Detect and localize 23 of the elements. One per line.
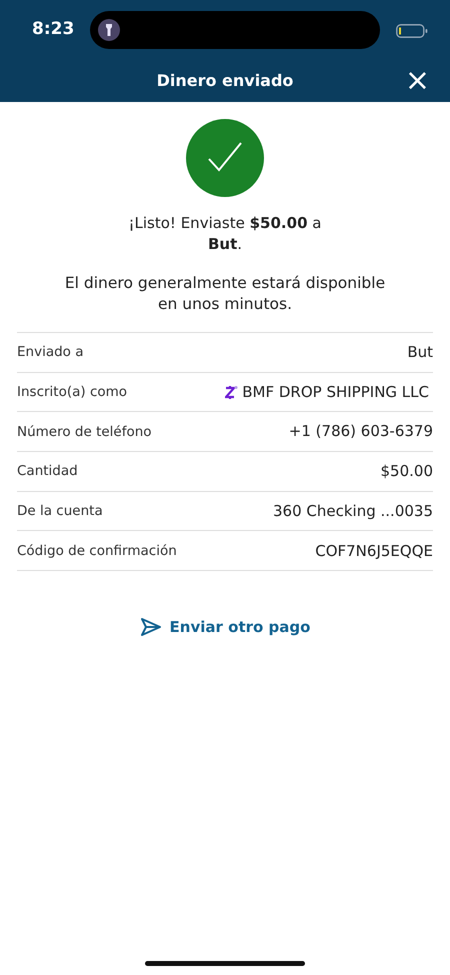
send-another-payment-button[interactable]: Enviar otro pago — [134, 615, 316, 640]
detail-value: BMF DROP SHIPPING LLC — [242, 382, 429, 403]
detail-value: 360 Checking ...0035 — [273, 500, 433, 522]
detail-label: Cantidad — [17, 462, 78, 482]
send-icon — [140, 617, 162, 638]
success-check-icon — [186, 119, 264, 197]
flashlight-icon — [98, 19, 120, 41]
detail-label: Código de confirmación — [17, 542, 177, 561]
zelle-icon — [225, 384, 238, 400]
detail-value: +1 (786) 603-6379 — [288, 421, 433, 442]
success-message: ¡Listo! Enviaste $50.00 a But. — [128, 213, 322, 255]
detail-value: $50.00 — [380, 461, 433, 482]
battery-icon — [396, 24, 428, 38]
screen-title: Dinero enviado — [156, 70, 294, 92]
detail-label: Inscrito(a) como — [17, 382, 128, 402]
close-button[interactable]: × — [398, 64, 436, 98]
detail-label: Número de teléfono — [17, 422, 152, 442]
detail-label: Enviado a — [17, 343, 84, 362]
status-time: 8:23 — [32, 18, 76, 42]
detail-value: COF7N6J5EQQE — [315, 540, 433, 562]
detail-value: But — [407, 342, 433, 364]
detail-label: De la cuenta — [17, 502, 103, 521]
availability-note: El dinero generalmente estará disponible en unos minutos. — [64, 273, 386, 315]
